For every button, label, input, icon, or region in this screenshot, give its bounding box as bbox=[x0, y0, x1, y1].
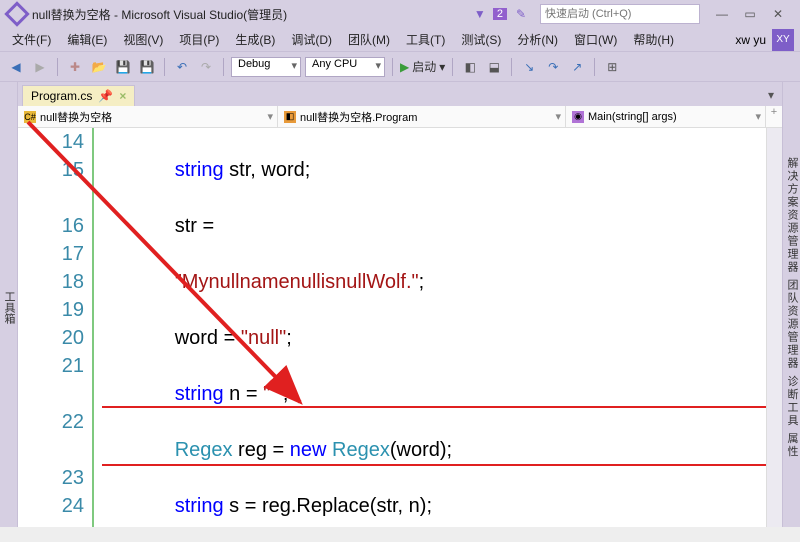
tb-icon-2[interactable]: ⬓ bbox=[484, 57, 504, 77]
restore-button[interactable]: ▭ bbox=[736, 3, 764, 25]
down-icon[interactable]: ▼ bbox=[474, 7, 486, 21]
tab-strip: Program.cs 📌 × ▾ bbox=[18, 82, 782, 106]
menu-window[interactable]: 窗口(W) bbox=[568, 29, 623, 50]
minimize-button[interactable]: ― bbox=[708, 3, 736, 25]
vs-logo-icon bbox=[4, 1, 29, 26]
notification-badge[interactable]: 2 bbox=[493, 8, 507, 20]
line-gutter: 14 15 16 17 18 19 20 21 22 23 24 bbox=[18, 128, 94, 527]
menu-build[interactable]: 生成(B) bbox=[229, 29, 281, 50]
menu-bar: 文件(F) 编辑(E) 视图(V) 项目(P) 生成(B) 调试(D) 团队(M… bbox=[0, 28, 800, 52]
start-button[interactable]: ▶启动 ▾ bbox=[400, 58, 445, 75]
class-icon: ◧ bbox=[284, 111, 296, 123]
window-title: null替换为空格 - Microsoft Visual Studio(管理员) bbox=[32, 6, 287, 23]
menu-file[interactable]: 文件(F) bbox=[6, 29, 57, 50]
step-into-icon[interactable]: ↘ bbox=[519, 57, 539, 77]
menu-edit[interactable]: 编辑(E) bbox=[61, 29, 113, 50]
feedback-icon[interactable]: ✎ bbox=[516, 7, 526, 21]
quick-launch-input[interactable] bbox=[540, 4, 700, 24]
code-nav-bar: C# null替换为空格 ◧ null替换为空格.Program ◉ Main(… bbox=[18, 106, 782, 128]
title-bar: null替换为空格 - Microsoft Visual Studio(管理员)… bbox=[0, 0, 800, 28]
toolbox-rail[interactable]: 工具箱 bbox=[0, 82, 18, 527]
menu-project[interactable]: 项目(P) bbox=[173, 29, 225, 50]
step-over-icon[interactable]: ↷ bbox=[543, 57, 563, 77]
save-all-button[interactable]: 💾 bbox=[137, 57, 157, 77]
menu-test[interactable]: 测试(S) bbox=[455, 29, 507, 50]
config-combo[interactable]: Debug bbox=[231, 57, 301, 77]
menu-help[interactable]: 帮助(H) bbox=[627, 29, 680, 50]
pin-icon[interactable]: 📌 bbox=[98, 89, 113, 103]
undo-button[interactable]: ↶ bbox=[172, 57, 192, 77]
step-out-icon[interactable]: ↗ bbox=[567, 57, 587, 77]
nav-class[interactable]: ◧ null替换为空格.Program bbox=[278, 106, 566, 127]
tab-overflow-button[interactable]: ▾ bbox=[760, 84, 782, 106]
redo-button[interactable]: ↷ bbox=[196, 57, 216, 77]
toolbar: ◀ ▶ ✚ 📂 💾 💾 ↶ ↷ Debug Any CPU ▶启动 ▾ ◧ ⬓ … bbox=[0, 52, 800, 82]
menu-team[interactable]: 团队(M) bbox=[342, 29, 396, 50]
tab-program-cs[interactable]: Program.cs 📌 × bbox=[22, 85, 135, 106]
menu-view[interactable]: 视图(V) bbox=[117, 29, 169, 50]
code-body[interactable]: string str, word; str = "Mynullnamenulli… bbox=[102, 128, 766, 527]
nav-add-button[interactable]: + bbox=[766, 106, 782, 127]
user-name[interactable]: xw yu bbox=[735, 33, 766, 47]
annotation-highlight-box bbox=[102, 406, 766, 466]
new-button[interactable]: ✚ bbox=[65, 57, 85, 77]
platform-combo[interactable]: Any CPU bbox=[305, 57, 385, 77]
save-button[interactable]: 💾 bbox=[113, 57, 133, 77]
editor: Program.cs 📌 × ▾ C# null替换为空格 ◧ null替换为空… bbox=[18, 82, 782, 527]
nav-fwd-button[interactable]: ▶ bbox=[30, 57, 50, 77]
nav-scope[interactable]: C# null替换为空格 bbox=[18, 106, 278, 127]
method-icon: ◉ bbox=[572, 111, 584, 123]
menu-debug[interactable]: 调试(D) bbox=[285, 29, 338, 50]
nav-back-button[interactable]: ◀ bbox=[6, 57, 26, 77]
menu-tools[interactable]: 工具(T) bbox=[400, 29, 451, 50]
close-button[interactable]: ✕ bbox=[764, 3, 792, 25]
tb-icon-1[interactable]: ◧ bbox=[460, 57, 480, 77]
open-button[interactable]: 📂 bbox=[89, 57, 109, 77]
nav-method[interactable]: ◉ Main(string[] args) bbox=[566, 106, 766, 127]
csharp-project-icon: C# bbox=[24, 111, 36, 123]
close-tab-icon[interactable]: × bbox=[119, 89, 126, 103]
tab-label: Program.cs bbox=[31, 89, 92, 103]
avatar[interactable]: XY bbox=[772, 29, 794, 51]
tb-icon-3[interactable]: ⊞ bbox=[602, 57, 622, 77]
code-view[interactable]: 14 15 16 17 18 19 20 21 22 23 24 string … bbox=[18, 128, 782, 527]
menu-analyze[interactable]: 分析(N) bbox=[511, 29, 564, 50]
right-tool-rails[interactable]: 解决方案资源管理器 团队资源管理器 诊断工具 属性 bbox=[782, 82, 800, 527]
vertical-scrollbar[interactable] bbox=[766, 128, 782, 527]
